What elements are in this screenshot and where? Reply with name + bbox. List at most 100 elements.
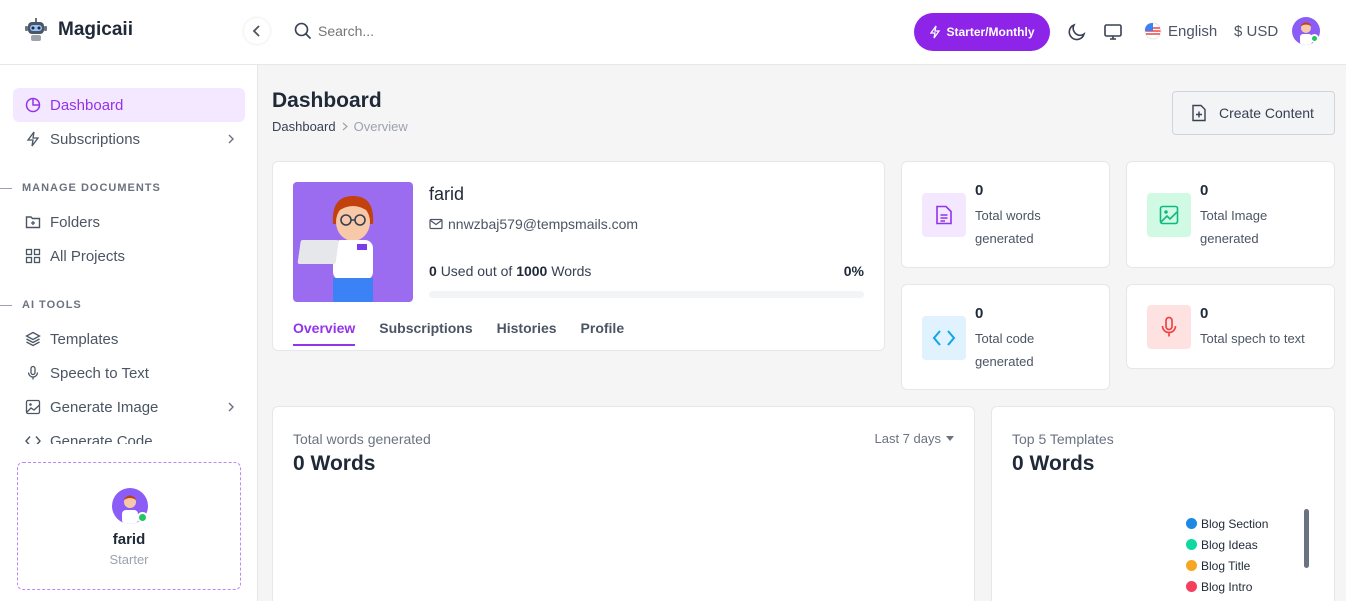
sidebar-item-folders[interactable]: Folders: [13, 205, 245, 239]
usage-progress-bar: [429, 291, 864, 298]
search-icon: [294, 22, 312, 40]
profile-tabs: Overview Subscriptions Histories Profile: [293, 320, 624, 346]
tab-overview[interactable]: Overview: [293, 320, 356, 346]
breadcrumb-current: Overview: [353, 119, 408, 134]
monitor-icon[interactable]: [1103, 22, 1123, 42]
sidebar-item-label: Generate Code: [50, 433, 153, 444]
legend-label: Blog Intro: [1201, 579, 1253, 594]
caret-down-icon: [946, 436, 954, 441]
date-range-label: Last 7 days: [874, 431, 942, 446]
mail-icon: [429, 218, 443, 230]
date-range-dropdown[interactable]: Last 7 days: [874, 431, 954, 446]
words-chart-card: Total words generated 0 Words Last 7 day…: [272, 406, 975, 601]
online-status-dot: [1310, 34, 1319, 43]
word-usage: 0 Used out of 1000 Words: [429, 263, 591, 279]
sidebar-item-generate-code[interactable]: Generate Code: [13, 424, 245, 444]
sidebar-item-label: Generate Image: [50, 398, 159, 416]
tab-profile[interactable]: Profile: [581, 320, 625, 346]
sidebar-item-templates[interactable]: Templates: [13, 322, 245, 356]
legend-label: Blog Section: [1201, 516, 1269, 531]
page-title: Dashboard: [272, 89, 382, 112]
sidebar-item-label: Speech to Text: [50, 364, 149, 382]
legend-dot: [1186, 518, 1197, 529]
sidebar-collapse-button[interactable]: [244, 18, 270, 44]
sidebar-user-card[interactable]: farid Starter: [17, 462, 241, 590]
profile-email: nnwzbaj579@tempsmails.com: [429, 216, 638, 232]
section-label-manage-documents: MANAGE DOCUMENTS: [0, 182, 161, 194]
folder-icon: [25, 216, 41, 229]
sidebar-item-label: Dashboard: [50, 96, 124, 114]
sidebar-item-label: Templates: [50, 330, 119, 348]
language-selector[interactable]: English: [1144, 22, 1217, 40]
breadcrumb-link-dashboard[interactable]: Dashboard: [272, 119, 336, 134]
tab-histories[interactable]: Histories: [497, 320, 557, 346]
logo[interactable]: Magicaii: [22, 16, 133, 44]
moon-icon[interactable]: [1067, 22, 1087, 42]
stat-icon-box: [1147, 193, 1191, 237]
microphone-icon: [27, 365, 39, 380]
legend-item[interactable]: Blog Title: [1186, 555, 1268, 576]
stat-icon-box: [922, 193, 966, 237]
legend-scrollbar[interactable]: [1304, 509, 1309, 568]
sidebar-item-all-projects[interactable]: All Projects: [13, 239, 245, 273]
image-icon: [1159, 205, 1179, 225]
sidebar-item-label: Folders: [50, 213, 101, 231]
create-content-label: Create Content: [1219, 105, 1314, 121]
pie-chart-icon: [25, 97, 41, 113]
stat-label: Total words generated: [975, 208, 1041, 246]
file-plus-icon: [1192, 104, 1206, 122]
words-total: 1000: [516, 263, 548, 279]
legend-item[interactable]: Blog Intro: [1186, 576, 1268, 597]
lightning-icon: [930, 25, 941, 39]
chevron-right-icon: [342, 122, 348, 131]
search-input[interactable]: [318, 23, 518, 39]
sidebar-item-dashboard[interactable]: Dashboard: [13, 88, 245, 122]
plan-label: Starter/Monthly: [946, 25, 1035, 39]
sidebar: Dashboard Subscriptions MANAGE DOCUMENTS…: [0, 65, 258, 601]
legend-item[interactable]: Blog Ideas: [1186, 534, 1268, 555]
sidebar-user-role: Starter: [109, 552, 149, 567]
plan-button[interactable]: Starter/Monthly: [914, 13, 1050, 51]
code-icon: [932, 330, 956, 346]
sidebar-item-generate-image[interactable]: Generate Image: [13, 390, 245, 424]
stat-card-speech: 0 Total spech to text: [1126, 284, 1335, 369]
profile-card: farid nnwzbaj579@tempsmails.com 0 Used o…: [272, 161, 885, 351]
tab-subscriptions[interactable]: Subscriptions: [379, 320, 472, 346]
stat-value: 0: [1200, 182, 1209, 199]
us-flag-icon: [1144, 22, 1162, 40]
legend-label: Blog Ideas: [1201, 537, 1258, 552]
stat-value: 0: [975, 305, 984, 322]
chart-total: 0 Words: [293, 452, 376, 475]
language-label: English: [1168, 22, 1218, 40]
chevron-left-icon: [252, 25, 260, 37]
chevron-right-icon: [228, 402, 234, 412]
sidebar-item-speech-to-text[interactable]: Speech to Text: [13, 356, 245, 390]
chart-legend: Blog Section Blog Ideas Blog Title Blog …: [1186, 513, 1268, 597]
stat-card-words: 0 Total words generated: [901, 161, 1110, 268]
app-name: Magicaii: [58, 19, 133, 40]
image-icon: [25, 399, 41, 415]
grid-icon: [25, 248, 41, 264]
usage-unit: Words: [551, 263, 592, 279]
stat-label: Total Image generated: [1200, 208, 1268, 246]
legend-dot: [1186, 581, 1197, 592]
legend-dot: [1186, 539, 1197, 550]
chart-label: Top 5 Templates: [1012, 431, 1114, 447]
microphone-icon: [1161, 316, 1177, 337]
chevron-right-icon: [228, 134, 234, 144]
section-label-ai-tools: AI TOOLS: [0, 299, 82, 311]
sidebar-user-name: farid: [112, 531, 146, 548]
stat-label: Total spech to text: [1200, 331, 1305, 346]
profile-avatar: [293, 182, 413, 302]
stat-card-images: 0 Total Image generated: [1126, 161, 1335, 268]
stat-icon-box: [1147, 305, 1191, 349]
chart-label: Total words generated: [293, 431, 431, 447]
create-content-button[interactable]: Create Content: [1172, 91, 1335, 135]
online-status-dot: [137, 512, 148, 523]
lightning-icon: [26, 131, 40, 147]
sidebar-item-subscriptions[interactable]: Subscriptions: [13, 122, 245, 156]
currency-selector[interactable]: $ USD: [1234, 23, 1278, 40]
legend-item[interactable]: Blog Section: [1186, 513, 1268, 534]
avatar-illustration-icon: [297, 196, 374, 302]
stat-icon-box: [922, 316, 966, 360]
